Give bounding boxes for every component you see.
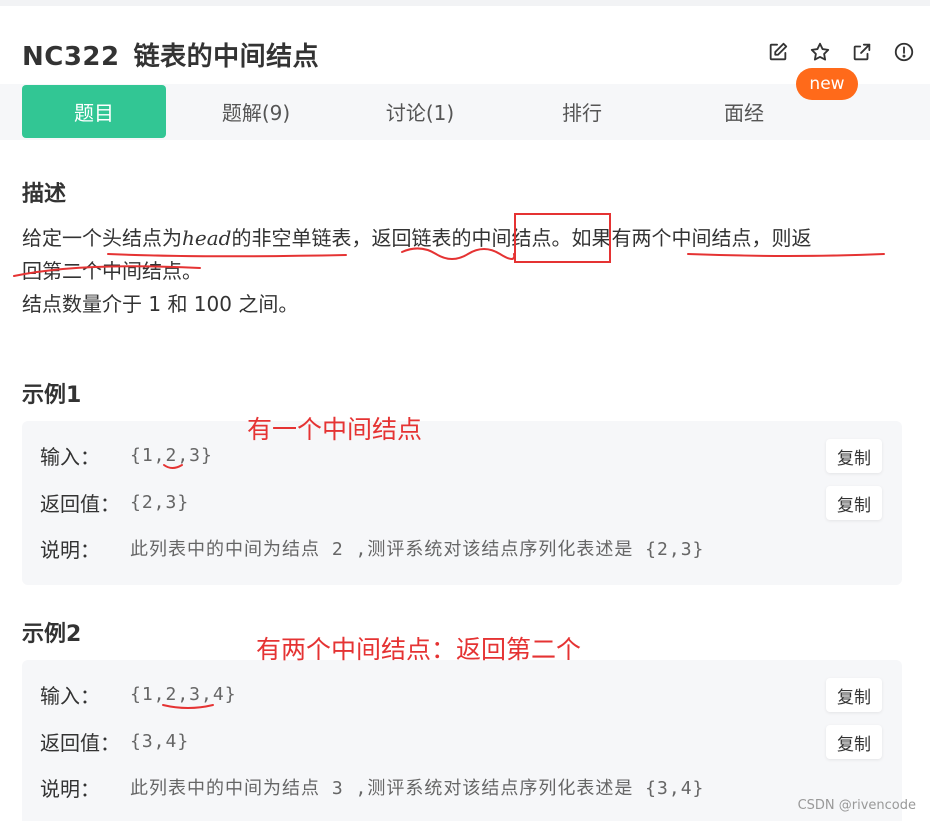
share-icon[interactable] [850,40,874,64]
example-2-output-value: {3,4} [130,730,190,752]
note-label: 说明： [40,537,100,562]
problem-title: 链表的中间结点 [133,42,320,72]
tab-problem[interactable]: 题目 [22,85,166,138]
example-2-box: 输入： {1,2,3,4} 复制 返回值： {3,4} 复制 说明： 此列表中的… [22,660,902,821]
example-2-input-value: {1,2,3,4} [130,683,237,705]
header-actions [766,40,916,64]
copy-output-button[interactable]: 复制 [826,725,882,759]
copy-input-button[interactable]: 复制 [826,678,882,712]
tab-ranking[interactable]: 排行 [512,85,652,138]
variable-head: head [182,226,232,250]
tab-solutions[interactable]: 题解(9) [186,85,326,138]
example-1-output-row: 返回值： {2,3} [40,487,189,517]
example-2-input-row: 输入： {1,2,3,4} [40,679,237,709]
example-1-note-row: 说明： 此列表中的中间为结点 2 ,测评系统对该结点序列化表述是 {2,3} [40,533,704,563]
description-line-2: 回第二个中间结点。 [22,259,202,283]
output-label: 返回值： [40,730,120,755]
example-1-box: 输入： {1,2,3} 复制 返回值： {2,3} 复制 说明： 此列表中的中间… [22,421,902,585]
example-2-heading: 示例2 [22,622,82,647]
copy-output-button[interactable]: 复制 [826,486,882,520]
copy-input-button[interactable]: 复制 [826,439,882,473]
star-icon[interactable] [808,40,832,64]
example-2-note-row: 说明： 此列表中的中间为结点 3 ,测评系统对该结点序列化表述是 {3,4} [40,772,704,802]
edit-icon[interactable] [766,40,790,64]
example-1-input-value: {1,2,3} [130,444,213,466]
note-label: 说明： [40,776,100,801]
watermark: CSDN @rivencode [797,798,916,813]
annotation-example-2: 有两个中间结点：返回第二个 [256,635,582,664]
output-label: 返回值： [40,491,120,516]
example-2-note-text: 此列表中的中间为结点 3 ,测评系统对该结点序列化表述是 {3,4} [130,778,705,799]
annotation-example-1: 有一个中间结点 [247,415,423,444]
problem-header: NC322 链表的中间结点 [0,6,930,86]
input-label: 输入： [40,444,100,469]
description-line-3: 结点数量介于 1 和 100 之间。 [22,292,299,316]
example-1-heading: 示例1 [22,383,82,408]
page-title: NC322 链表的中间结点 [22,36,319,73]
report-icon[interactable] [892,40,916,64]
tab-discussion[interactable]: 讨论(1) [350,85,490,138]
example-1-input-row: 输入： {1,2,3} [40,440,213,470]
new-badge: new [796,68,858,100]
input-label: 输入： [40,683,100,708]
tab-interviews[interactable]: 面经 [674,85,814,138]
example-1-output-value: {2,3} [130,491,190,513]
problem-code: NC322 [22,42,120,72]
tab-bar: 题目 题解(9) 讨论(1) 排行 面经 [0,84,930,140]
description-heading: 描述 [22,182,67,207]
example-1-note-text: 此列表中的中间为结点 2 ,测评系统对该结点序列化表述是 {2,3} [130,539,705,560]
description-line-1: 给定一个头结点为head的非空单链表，返回链表的中间结点。如果有两个中间结点，则… [22,226,812,250]
example-2-output-row: 返回值： {3,4} [40,726,189,756]
